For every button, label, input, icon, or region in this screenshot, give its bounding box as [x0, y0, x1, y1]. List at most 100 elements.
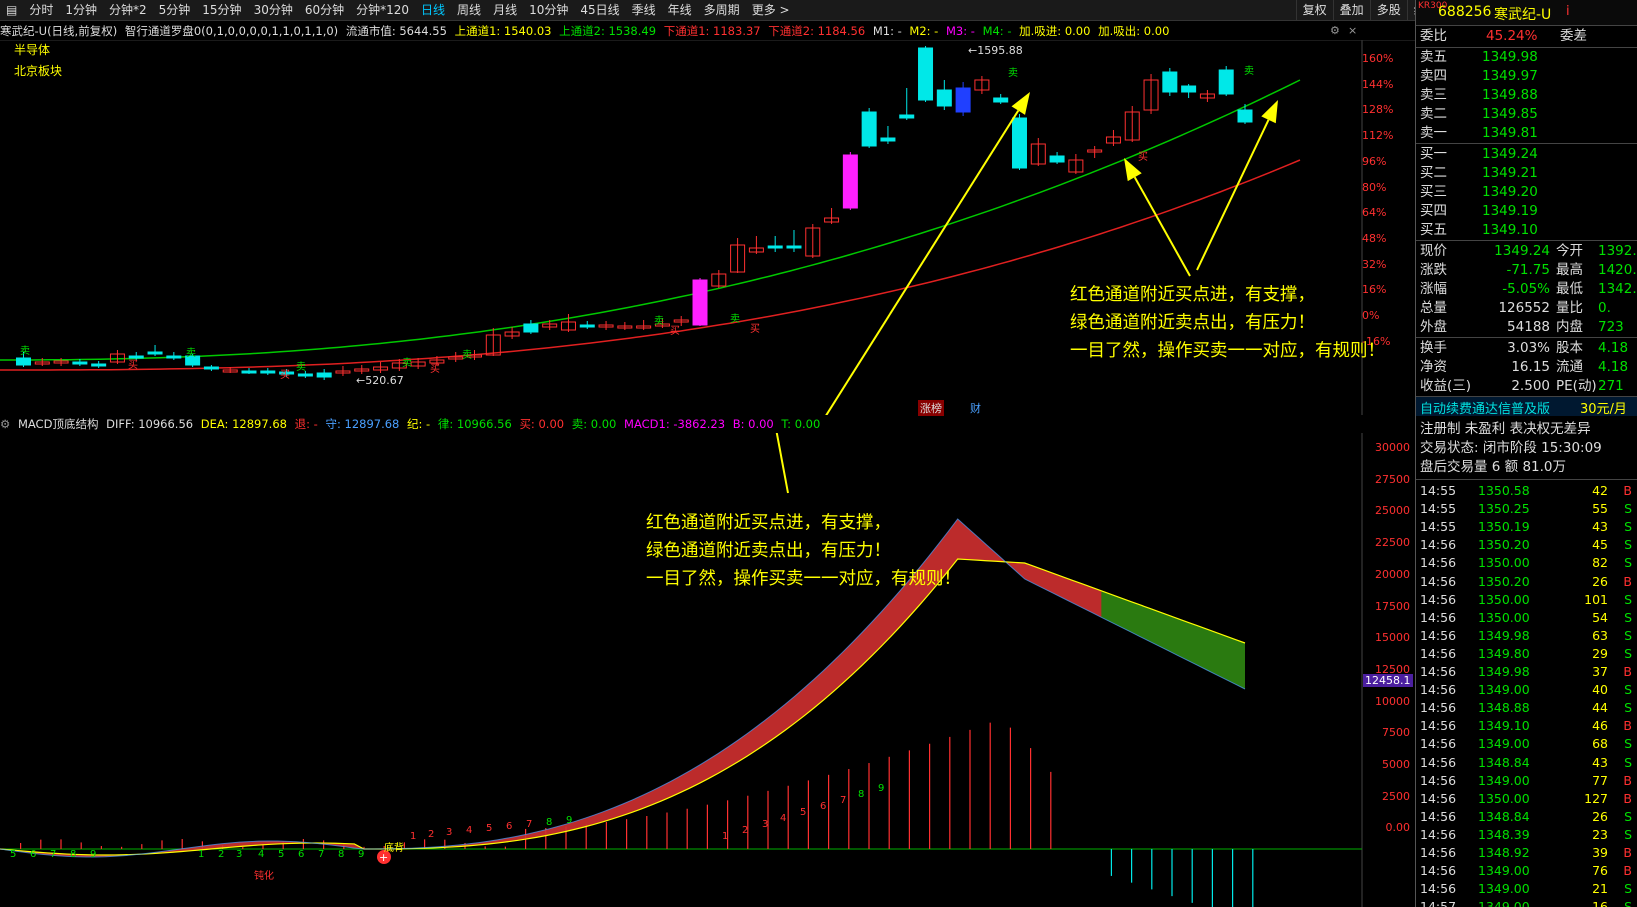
toolbar-button-2[interactable]: 多股: [1369, 0, 1407, 21]
macd-settings-icon[interactable]: ⚙: [0, 417, 10, 431]
upper-channel-1: 上通道1: 1540.03: [454, 24, 552, 38]
tick-time: 14:56: [1420, 790, 1457, 806]
candle-body: [147, 351, 163, 355]
weibi-row: 委比 45.24% 委差: [1420, 27, 1636, 46]
stat-label: 涨幅: [1420, 281, 1447, 297]
macd-axis: 30000 27500 25000 22500 20000 17500 15000 12500…: [1362, 433, 1414, 907]
bid-row[interactable]: 买四 1349.19: [1420, 202, 1636, 221]
macd-info-bar: ⚙ MACD顶底结构 DIFF: 10966.56 DEA: 12897.68 …: [0, 415, 1360, 433]
price-tick: 64%: [1362, 206, 1387, 220]
macd-histogram-bar: [1050, 771, 1052, 849]
ask-price: 1349.81: [1482, 125, 1538, 141]
ask-price: 1349.98: [1482, 49, 1538, 65]
stat-value: 1420.: [1598, 262, 1637, 278]
tick-time: 14:56: [1420, 718, 1457, 734]
macd-tick: 17500: [1375, 599, 1410, 613]
upper-channel-2: 上通道2: 1538.49: [559, 24, 657, 38]
bid-row[interactable]: 买三 1349.20: [1420, 183, 1636, 202]
period-tab-label: 15分钟: [202, 2, 242, 17]
stat-label: 换手: [1420, 340, 1447, 356]
candle-body: [1181, 85, 1197, 93]
period-tab-9[interactable]: 周线: [451, 0, 487, 21]
candle-body: [993, 97, 1009, 103]
macd-t: T: 0.00: [781, 417, 821, 431]
close-icon[interactable]: ×: [1348, 24, 1357, 37]
ask-row[interactable]: 卖二 1349.85: [1420, 105, 1636, 124]
candle-body: [1011, 117, 1027, 169]
macd-chart[interactable]: 5 6 7 8 9 1 2 3 4 5 6 7 8 91 2 3 4 5 6 7 8 9123456789+底背钝化: [0, 433, 1415, 907]
period-tab-0[interactable]: 分时: [23, 0, 59, 21]
stat-value: 0.: [1598, 300, 1611, 316]
price-tick: 112%: [1362, 129, 1394, 143]
toolbar-button-0[interactable]: 复权: [1295, 0, 1333, 21]
stock-label[interactable]: 寒武纪-U(日线,前复权): [0, 24, 117, 38]
ask-row[interactable]: 卖三 1349.88: [1420, 86, 1636, 105]
ask-row[interactable]: 卖五 1349.98: [1420, 48, 1636, 67]
tag-zhangbang[interactable]: 涨榜: [918, 400, 944, 416]
promo-text[interactable]: 自动续费通达信普及版: [1420, 398, 1550, 417]
stat-row: 收益(三) 2.500 PE(动) 271: [1420, 377, 1636, 396]
add-buy-value: 加.吸进: 0.00: [1019, 24, 1091, 38]
toolbar-button-1[interactable]: 叠加: [1332, 0, 1370, 21]
tick-row: 14:56 1349.00 40 S: [1420, 680, 1636, 699]
macd-title[interactable]: MACD顶底结构: [18, 417, 98, 431]
promo-bar[interactable]: 自动续费通达信普及版 30元/月: [1416, 396, 1637, 417]
tick-row: 14:56 1349.00 21 S: [1420, 879, 1636, 898]
macd-tick: 10000: [1375, 694, 1410, 708]
period-tab-7[interactable]: 分钟*120: [350, 0, 415, 21]
stat-value: 1349.24: [1494, 243, 1550, 259]
callout-lower-line-1: 红色通道附近买点进，有支撑，: [646, 513, 891, 533]
period-tab-15[interactable]: 多周期: [698, 0, 746, 21]
ask-row[interactable]: 卖四 1349.97: [1420, 67, 1636, 86]
period-tab-14[interactable]: 年线: [662, 0, 698, 21]
tick-side: S: [1624, 555, 1632, 571]
bid-row[interactable]: 买一 1349.24: [1420, 145, 1636, 164]
ask-row[interactable]: 卖一 1349.81: [1420, 124, 1636, 143]
annotation-arrow-shaft: [1196, 119, 1270, 271]
price-tick: 32%: [1362, 257, 1387, 271]
add-sell-value: 加.吸出: 0.00: [1098, 24, 1170, 38]
period-tab-5[interactable]: 30分钟: [248, 0, 299, 21]
stat-label: PE(动): [1556, 378, 1597, 394]
tick-side: S: [1624, 627, 1632, 643]
tick-volume: 42: [1592, 483, 1608, 498]
divider: [1416, 479, 1637, 480]
tick-side: B: [1623, 863, 1632, 879]
period-tab-16[interactable]: 更多 >: [746, 0, 796, 21]
period-tab-12[interactable]: 45日线: [574, 0, 625, 21]
lower-channel-2: 下通道2: 1184.56: [768, 24, 866, 38]
bid-row[interactable]: 买二 1349.21: [1420, 164, 1636, 183]
tick-side: S: [1624, 537, 1632, 553]
callout-lower-line-2: 绿色通道附近卖点出，有压力！: [646, 541, 891, 561]
sell-marker: 卖: [186, 347, 196, 359]
count-digit: 6: [30, 849, 36, 860]
macd-b: B: 0.00: [732, 417, 774, 431]
m2-value: M2: -: [909, 24, 939, 38]
price-tick: 96%: [1362, 154, 1387, 168]
bid-price: 1349.21: [1482, 165, 1538, 181]
callout-upper-line-1: 红色通道附近买点进，有支撑，: [1070, 285, 1315, 305]
panel-toggle-icon[interactable]: ▤: [0, 0, 23, 21]
macd-tick: 22500: [1375, 536, 1410, 550]
period-tab-2[interactable]: 分钟*2: [103, 0, 153, 21]
indicator-name[interactable]: 智行通道罗盘0(0,1,0,0,0,0,1,1,0,1,1,0): [125, 24, 338, 38]
period-tab-6[interactable]: 60分钟: [299, 0, 350, 21]
period-tab-1[interactable]: 1分钟: [59, 0, 103, 21]
info-icon[interactable]: i: [1566, 4, 1570, 19]
period-tab-8[interactable]: 日线: [415, 0, 451, 21]
bid-row[interactable]: 买五 1349.10: [1420, 221, 1636, 240]
count-digit: 1: [722, 831, 728, 842]
tick-side: S: [1624, 700, 1632, 716]
tag-finance[interactable]: 财: [970, 400, 981, 416]
period-tab-3[interactable]: 5分钟: [153, 0, 197, 21]
promo-price[interactable]: 30元/月: [1580, 398, 1627, 417]
period-tab-13[interactable]: 季线: [626, 0, 662, 21]
period-tab-4[interactable]: 15分钟: [196, 0, 247, 21]
period-tab-label: 年线: [667, 2, 692, 17]
candle-body: [128, 355, 144, 359]
period-tab-10[interactable]: 月线: [487, 0, 523, 21]
period-tab-11[interactable]: 10分钟: [523, 0, 574, 21]
stat-row: 涨跌 -71.75 最高 1420.: [1420, 261, 1637, 280]
ask-label: 卖二: [1420, 106, 1447, 122]
settings-icon[interactable]: ⚙: [1330, 24, 1340, 37]
